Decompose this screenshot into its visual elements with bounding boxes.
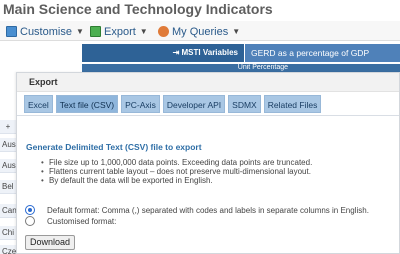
section-title: Generate Delimited Text (CSV) file to ex… <box>26 142 202 152</box>
row-label: Chi <box>0 226 16 240</box>
expand-icon[interactable]: + <box>0 120 16 134</box>
dialog-title: Export <box>17 73 399 92</box>
info-item: Flattens current table layout – does not… <box>41 167 312 176</box>
row-label: Bel <box>0 180 16 194</box>
tab-related-files[interactable]: Related Files <box>263 95 322 113</box>
export-label: Export <box>104 25 136 38</box>
user-icon <box>158 26 169 37</box>
info-item: By default the data will be exported in … <box>41 176 312 185</box>
export-icon <box>90 26 101 37</box>
info-item: File size up to 1,000,000 data points. E… <box>41 158 312 167</box>
header-variables[interactable]: ⇥ MSTI Variables <box>82 44 244 62</box>
tab-excel[interactable]: Excel <box>24 95 53 113</box>
table-icon <box>6 26 17 37</box>
tab-text-file-csv[interactable]: Text file (CSV) <box>55 95 119 113</box>
customised-format-option[interactable]: Customised format: <box>25 215 116 227</box>
info-list: File size up to 1,000,000 data points. E… <box>41 158 312 185</box>
page-title: Main Science and Technology Indicators <box>3 1 273 17</box>
my-queries-label: My Queries <box>172 25 229 38</box>
chevron-down-icon: ▼ <box>139 27 148 36</box>
header-gerd[interactable]: GERD as a percentage of GDP <box>245 44 400 62</box>
my-queries-menu[interactable]: My Queries ▼ <box>158 24 240 39</box>
tab-pc-axis[interactable]: PC-Axis <box>121 95 160 113</box>
default-format-radio[interactable] <box>25 205 35 215</box>
export-tabs: Excel Text file (CSV) PC-Axis Developer … <box>17 92 399 116</box>
export-menu[interactable]: Export ▼ <box>90 24 148 39</box>
tab-sdmx[interactable]: SDMX <box>228 95 261 113</box>
default-format-label: Default format: Comma (,) separated with… <box>47 205 369 215</box>
export-dialog: Export Excel Text file (CSV) PC-Axis Dev… <box>16 72 400 254</box>
row-label: Aus <box>0 138 16 152</box>
customised-format-label: Customised format: <box>47 216 117 226</box>
toolbar: Customise ▼ Export ▼ My Queries ▼ <box>0 21 400 41</box>
chevron-down-icon: ▼ <box>232 27 241 36</box>
download-button[interactable]: Download <box>25 235 75 250</box>
row-label: Aus <box>0 159 16 173</box>
header-unit: Unit Percentage <box>82 64 400 72</box>
row-label: Cze <box>0 245 16 254</box>
customise-label: Customise <box>20 25 72 38</box>
customised-format-radio[interactable] <box>25 216 35 226</box>
row-label: Can <box>0 204 16 218</box>
customise-menu[interactable]: Customise ▼ <box>6 24 84 39</box>
tab-developer-api[interactable]: Developer API <box>162 95 226 113</box>
chevron-down-icon: ▼ <box>75 27 84 36</box>
